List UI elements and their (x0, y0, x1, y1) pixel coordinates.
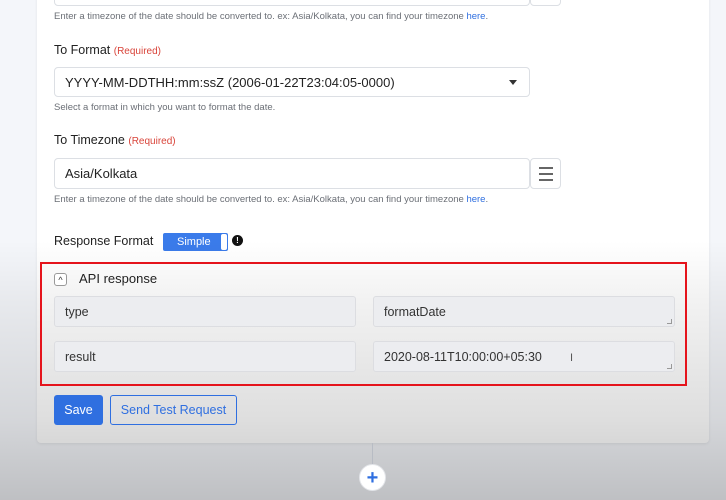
to-format-select[interactable]: YYYY-MM-DDTHH:mm:ssZ (2006-01-22T23:04:0… (54, 67, 530, 97)
timezone-picker-button[interactable] (530, 158, 561, 189)
response-value-result[interactable]: 2020-08-11T10:00:00+05:30 (373, 341, 675, 372)
response-format-toggle[interactable]: Simple (163, 233, 228, 251)
chevron-up-icon[interactable]: ^ (54, 273, 67, 286)
response-key-result: result (54, 341, 356, 372)
toggle-knob (221, 234, 227, 250)
menu-icon (538, 166, 553, 169)
menu-icon-line (538, 172, 553, 175)
required-marker: (Required) (113, 46, 161, 57)
response-value-type[interactable]: formatDate (373, 296, 675, 327)
timezone-help-link[interactable]: here (466, 11, 485, 22)
info-icon[interactable]: ! (232, 235, 243, 246)
response-key: type (65, 304, 89, 319)
help-text: Select a format in which you want to for… (54, 102, 276, 113)
toggle-label: Simple (177, 236, 211, 248)
from-timezone-help: Enter a timezone of the date should be c… (54, 11, 488, 22)
plus-icon: + (366, 466, 379, 489)
timezone-help-link[interactable]: here (466, 194, 485, 205)
to-format-help: Select a format in which you want to for… (54, 102, 275, 113)
resize-handle-icon[interactable] (667, 319, 672, 324)
menu-icon-line (538, 178, 553, 181)
chevron-down-icon (509, 80, 517, 85)
from-timezone-picker-button[interactable] (530, 0, 561, 6)
response-key: result (65, 349, 96, 364)
to-format-value: YYYY-MM-DDTHH:mm:ssZ (2006-01-22T23:04:0… (65, 74, 395, 90)
to-timezone-value: Asia/Kolkata (65, 166, 138, 181)
help-text: Enter a timezone of the date should be c… (54, 194, 467, 205)
label-text: To Timezone (54, 133, 125, 147)
response-format-label: Response Format (54, 234, 154, 248)
from-timezone-input[interactable] (54, 0, 530, 6)
response-value: 2020-08-11T10:00:00+05:30 (384, 349, 542, 364)
api-response-title: API response (79, 271, 158, 286)
save-button[interactable]: Save (54, 395, 103, 425)
help-suffix: . (485, 194, 489, 205)
to-timezone-label: To Timezone (Required) (54, 133, 176, 147)
add-step-button[interactable]: + (359, 464, 386, 491)
help-text: Enter a timezone of the date should be c… (54, 11, 467, 22)
to-format-label: To Format (Required) (54, 43, 161, 57)
to-timezone-input[interactable]: Asia/Kolkata (54, 158, 530, 189)
resize-handle-icon[interactable] (667, 364, 672, 369)
response-key-type: type (54, 296, 356, 327)
required-marker: (Required) (128, 136, 176, 147)
help-suffix: . (485, 11, 489, 22)
to-timezone-help: Enter a timezone of the date should be c… (54, 194, 488, 205)
label-text: To Format (54, 43, 111, 57)
text-cursor-icon: I (570, 352, 574, 364)
flow-connector-line (372, 443, 373, 465)
send-test-request-button[interactable]: Send Test Request (110, 395, 237, 425)
response-value: formatDate (384, 304, 446, 319)
